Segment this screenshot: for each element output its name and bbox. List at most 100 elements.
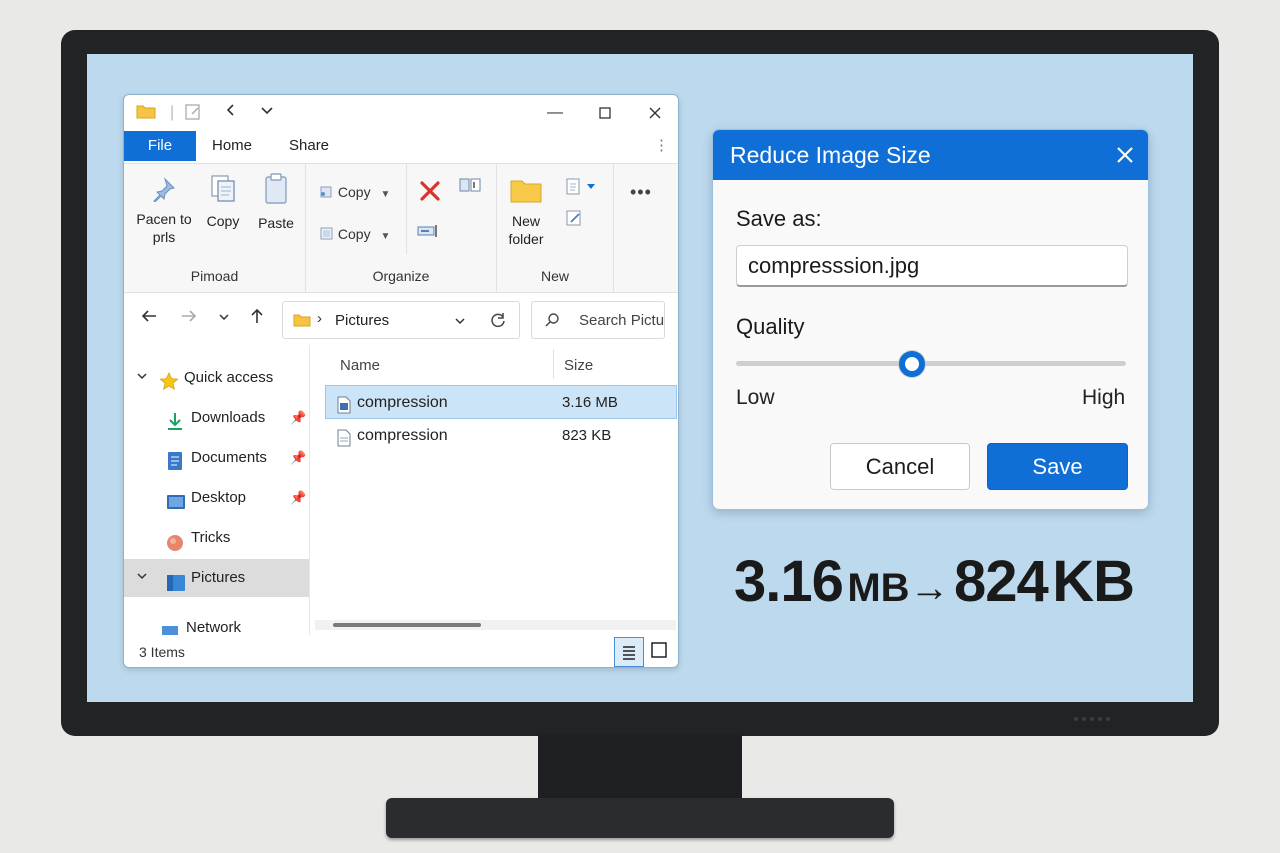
expand-chevron-icon[interactable] <box>136 359 148 397</box>
copy-icon <box>200 174 246 208</box>
pin-icon[interactable]: 📌 <box>290 479 306 517</box>
ribbon-group-organize: Copy ▼ Copy ▼ Organize <box>306 164 496 292</box>
rename-icon[interactable] <box>458 176 482 199</box>
pin-icon[interactable]: 📌 <box>290 399 306 437</box>
column-header-size[interactable]: Size <box>564 357 593 374</box>
easy-access-icon[interactable] <box>565 208 585 233</box>
item-count: 3 Items <box>139 644 185 660</box>
quick-access-toolbar-separator: | <box>170 104 175 121</box>
more-options-button[interactable]: ••• <box>630 182 652 203</box>
maximize-button[interactable] <box>590 101 620 125</box>
search-box[interactable]: Search Pictu <box>531 301 665 339</box>
search-icon <box>544 312 560 333</box>
pin-icon <box>134 176 194 206</box>
ribbon-group-clipboard: Pacen to prls Copy Paste Pimoad <box>124 164 306 292</box>
file-list: Name Size compression 3.16 MB compressio… <box>311 345 678 635</box>
nav-label-documents: Documents <box>191 449 267 466</box>
dialog-title: Reduce Image Size <box>730 142 931 168</box>
paste-button[interactable]: Paste <box>252 172 300 232</box>
table-row[interactable]: compression 823 KB <box>325 419 677 453</box>
minimize-button[interactable]: — <box>540 101 570 125</box>
expand-chevron-icon[interactable] <box>136 559 148 597</box>
customize-toolbar-chevron-icon[interactable] <box>260 103 274 123</box>
large-icons-view-icon[interactable] <box>650 641 668 662</box>
paste-icon <box>252 172 300 210</box>
nav-label-network: Network <box>186 619 242 635</box>
network-icon <box>160 619 180 635</box>
copy-to-label: Copy <box>337 184 371 200</box>
copy-to-button[interactable]: Copy ▼ <box>318 182 390 205</box>
details-view-icon[interactable] <box>614 637 644 667</box>
reduced-size-value: 824 <box>954 549 1049 614</box>
nav-item-desktop[interactable]: Desktop 📌 <box>124 479 309 517</box>
up-arrow-icon[interactable] <box>248 307 266 330</box>
cancel-button[interactable]: Cancel <box>830 443 970 490</box>
pictures-icon <box>166 569 186 607</box>
new-group-label: New <box>540 268 569 284</box>
refresh-icon[interactable] <box>489 311 507 334</box>
nav-item-quick-access[interactable]: Quick access <box>124 359 309 397</box>
tab-file[interactable]: File <box>124 131 196 161</box>
column-header-name[interactable]: Name <box>340 357 380 374</box>
table-row[interactable]: compression 3.16 MB <box>325 385 677 419</box>
pin-icon[interactable]: 📌 <box>290 439 306 477</box>
forward-arrow-icon[interactable] <box>180 307 198 329</box>
scrollbar-thumb[interactable] <box>333 623 481 627</box>
clipboard-group-label: Pimoad <box>190 268 239 284</box>
tab-share[interactable]: Share <box>275 131 343 161</box>
ribbon: Pacen to prls Copy Paste Pimoad Copy ▼ C… <box>124 163 678 293</box>
new-folder-button[interactable]: New folder <box>501 176 551 248</box>
monitor-indicator <box>1074 717 1114 723</box>
filename-input[interactable]: compresssion.jpg <box>736 245 1128 287</box>
file-icon <box>337 426 351 460</box>
navigation-bar: › Pictures Search Pictu <box>124 293 678 345</box>
properties-icon[interactable] <box>184 103 202 127</box>
folder-icon <box>136 103 156 125</box>
reduce-image-size-dialog: Reduce Image Size Save as: compresssion.… <box>712 129 1149 510</box>
nav-label-downloads: Downloads <box>191 409 266 426</box>
new-folder-icon <box>501 176 551 208</box>
file-name: compression <box>357 427 448 444</box>
slider-high-label: High <box>1082 386 1126 409</box>
new-folder-label-line1: New <box>511 213 540 229</box>
address-dropdown-icon[interactable] <box>453 314 467 333</box>
file-size: 3.16 MB <box>562 394 618 411</box>
quality-slider-thumb[interactable] <box>898 351 925 377</box>
ribbon-group-new: New folder New <box>496 164 614 292</box>
new-item-icon[interactable] <box>565 178 599 201</box>
monitor-stand-neck <box>538 734 742 802</box>
paste-label: Paste <box>258 215 294 231</box>
nav-item-downloads[interactable]: Downloads 📌 <box>124 399 309 437</box>
nav-item-network[interactable]: Network <box>124 609 309 635</box>
nav-item-documents[interactable]: Documents 📌 <box>124 439 309 477</box>
close-button[interactable] <box>640 101 670 125</box>
delete-icon[interactable] <box>419 180 441 207</box>
save-button[interactable]: Save <box>987 443 1128 490</box>
address-bar[interactable]: › Pictures <box>282 301 520 339</box>
horizontal-scrollbar[interactable] <box>315 620 676 630</box>
copy-to2-button[interactable]: Copy ▼ <box>318 224 390 247</box>
nav-item-tricks[interactable]: Tricks <box>124 519 309 557</box>
recent-locations-chevron-icon[interactable] <box>217 307 231 329</box>
undo-chevron-icon[interactable] <box>224 103 238 123</box>
nav-item-pictures[interactable]: Pictures <box>124 559 309 597</box>
tab-home[interactable]: Home <box>198 131 266 161</box>
breadcrumb[interactable]: Pictures <box>335 312 389 329</box>
dialog-header: Reduce Image Size <box>713 130 1148 180</box>
ribbon-options-icon[interactable]: ⋮ <box>640 131 678 161</box>
monitor-stand-base <box>386 798 894 838</box>
close-icon[interactable] <box>1116 140 1134 169</box>
ribbon-divider <box>406 164 407 254</box>
copy-to2-label: Copy <box>337 226 371 242</box>
copy-button[interactable]: Copy <box>200 174 246 230</box>
properties-small-icon[interactable] <box>416 222 440 245</box>
nav-label-desktop: Desktop <box>191 489 247 506</box>
quality-slider-track[interactable] <box>736 361 1126 366</box>
column-divider[interactable] <box>553 349 554 379</box>
file-explorer-window: | — File Home Share ⋮ Pacen to prls Copy… <box>123 94 679 668</box>
back-arrow-icon[interactable] <box>140 307 158 329</box>
status-bar: 3 Items <box>124 635 678 667</box>
search-input[interactable]: Search Pictu <box>579 312 664 329</box>
pin-button[interactable]: Pacen to prls <box>134 176 194 246</box>
new-folder-label-line2: folder <box>508 231 544 247</box>
